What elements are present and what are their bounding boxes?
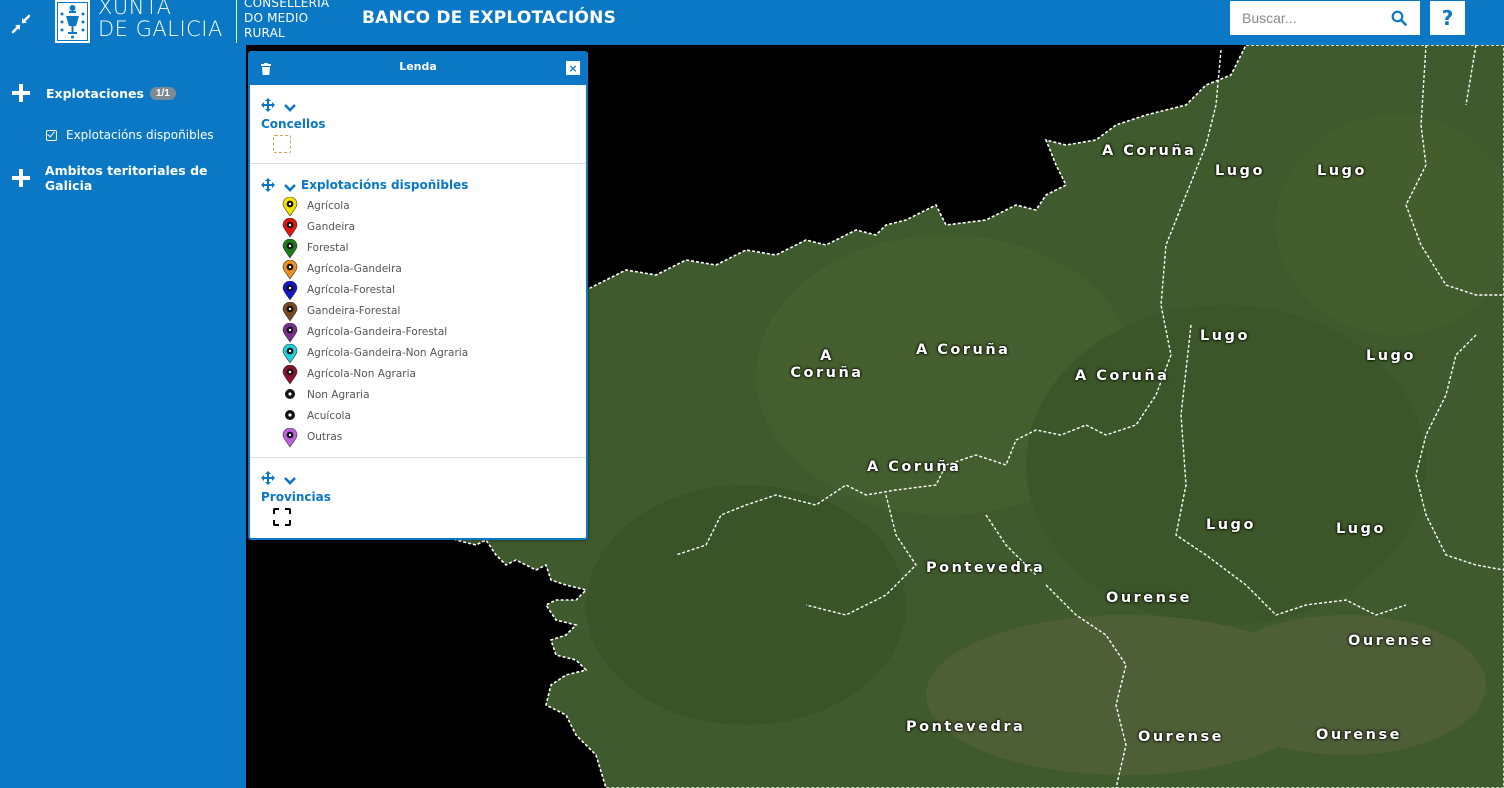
map-label: Ourense (1106, 590, 1192, 606)
chevron-down-icon[interactable] (284, 473, 296, 485)
map-label: Ourense (1138, 729, 1224, 745)
legend-header[interactable]: Lenda × (250, 53, 586, 85)
concellos-swatch (273, 135, 291, 153)
legend-item: Acuícola (250, 407, 586, 428)
expand-plus-icon[interactable] (12, 84, 30, 102)
legend-item-label: Gandeira-Forestal (307, 305, 401, 317)
legend-item-label: Agrícola (307, 200, 350, 212)
xunta-logo-text: XUNTA DE GALICIA (98, 0, 223, 40)
map-label: Lugo (1336, 521, 1386, 537)
xunta-emblem-icon (55, 0, 90, 43)
map-pin-icon (282, 427, 298, 448)
legend-item: Outras (250, 427, 586, 449)
legend-item-label: Agrícola-Gandeira (307, 263, 402, 275)
legend-item: Agrícola-Gandeira-Forestal (250, 322, 586, 344)
move-icon[interactable] (261, 98, 275, 112)
sidebar: Explotaciones 1/1 Explotacións dispoñibl… (0, 45, 246, 788)
legend-item: Non Agraria (250, 386, 586, 407)
logo-line-1: XUNTA (98, 0, 172, 19)
legend-item: Gandeira (250, 217, 586, 239)
legend-item: Gandeira-Forestal (250, 301, 586, 323)
logo-divider (236, 0, 237, 43)
top-header: XUNTA DE GALICIA CONSELLERÍA DO MEDIO RU… (0, 0, 1504, 45)
move-icon[interactable] (261, 471, 275, 485)
legend-item-label: Acuícola (307, 410, 351, 422)
legend-item: Agrícola-Forestal (250, 280, 586, 302)
legend-title: Lenda (399, 60, 437, 73)
app-title: BANCO DE EXPLOTACIÓNS (362, 8, 617, 28)
sidebar-group-ambitos[interactable]: Ambitos teritoriales de Galicia (0, 163, 246, 193)
map-label: Lugo (1317, 163, 1367, 179)
legend-section-title: Explotacións dispoñibles (301, 178, 469, 192)
map-pin-icon (282, 386, 298, 406)
sidebar-sublayer-explotacions[interactable]: Explotacións dispoñibles (46, 128, 214, 142)
logo-line-2: DE GALICIA (98, 17, 223, 41)
legend-item-label: Gandeira (307, 221, 356, 233)
map-pin-icon (282, 217, 298, 238)
map-pin-icon (282, 196, 298, 217)
legend-item: Agrícola-Gandeira-Non Agraria (250, 343, 586, 365)
map-pin-icon (282, 259, 298, 280)
legend-item-label: Agrícola-Gandeira-Forestal (307, 326, 448, 338)
map-pin-icon (282, 322, 298, 343)
legend-item-label: Agrícola-Non Agraria (307, 368, 416, 380)
legend-item-label: Agrícola-Gandeira-Non Agraria (307, 347, 469, 359)
legend-section-title: Concellos (261, 117, 326, 131)
map-pin-icon (282, 364, 298, 385)
map-label: Pontevedra (906, 719, 1026, 735)
legend-item: Forestal (250, 238, 586, 260)
legend-item-label: Agrícola-Forestal (307, 284, 395, 296)
map-label: Ourense (1316, 727, 1402, 743)
map-label: A Coruña (1075, 368, 1170, 384)
map-pin-icon (282, 343, 298, 364)
legend-item-label: Forestal (307, 242, 349, 254)
section-divider (250, 163, 586, 164)
conselleria-text: CONSELLERÍA DO MEDIO RURAL (244, 0, 329, 41)
legend-item: Agrícola-Gandeira (250, 259, 586, 281)
help-button[interactable]: ? (1430, 1, 1465, 35)
map-label: A Coruña (867, 459, 962, 475)
map-pin-icon (282, 280, 298, 301)
conselleria-line-1: CONSELLERÍA (244, 0, 330, 10)
sidebar-group-explotaciones[interactable]: Explotaciones 1/1 (0, 84, 176, 102)
map-pin-icon (282, 301, 298, 322)
close-button[interactable]: × (566, 61, 580, 75)
conselleria-line-2: DO MEDIO (244, 11, 309, 25)
layer-checkbox[interactable] (46, 129, 57, 141)
provincias-swatch (273, 508, 291, 526)
conselleria-line-3: RURAL (244, 26, 285, 40)
legend-panel[interactable]: Lenda × Concellos Explotacións dispoñibl… (248, 51, 588, 540)
map-label: Ourense (1348, 633, 1434, 649)
map-label: A Coruña (1102, 143, 1197, 159)
sidebar-group-label: Explotaciones (46, 85, 144, 101)
move-icon[interactable] (261, 178, 275, 192)
chevron-down-icon[interactable] (284, 100, 296, 112)
map-label: Lugo (1206, 517, 1256, 533)
layer-count-badge: 1/1 (149, 86, 176, 100)
legend-item-label: Outras (307, 431, 343, 443)
chevron-down-icon[interactable] (284, 180, 296, 192)
search-icon[interactable] (1386, 6, 1412, 30)
map-label: Pontevedra (926, 560, 1046, 576)
legend-item-label: Non Agraria (307, 389, 370, 401)
section-divider (250, 457, 586, 458)
sublayer-label: Explotacións dispoñibles (66, 128, 214, 142)
map-label: A Coruña (916, 342, 1011, 358)
map-label: Lugo (1215, 163, 1265, 179)
map-label: A Coruña (790, 348, 864, 381)
legend-item: Agrícola-Non Agraria (250, 364, 586, 386)
map-label: Lugo (1200, 328, 1250, 344)
map-pin-icon (282, 238, 298, 259)
legend-section-title: Provincias (261, 490, 331, 504)
sidebar-group-label: Ambitos teritoriales de Galicia (44, 163, 208, 193)
map-label: Lugo (1366, 348, 1416, 364)
expand-plus-icon[interactable] (12, 169, 30, 187)
legend-item: Agrícola (250, 196, 586, 218)
map-pin-icon (282, 407, 298, 427)
collapse-icon[interactable] (8, 11, 34, 37)
